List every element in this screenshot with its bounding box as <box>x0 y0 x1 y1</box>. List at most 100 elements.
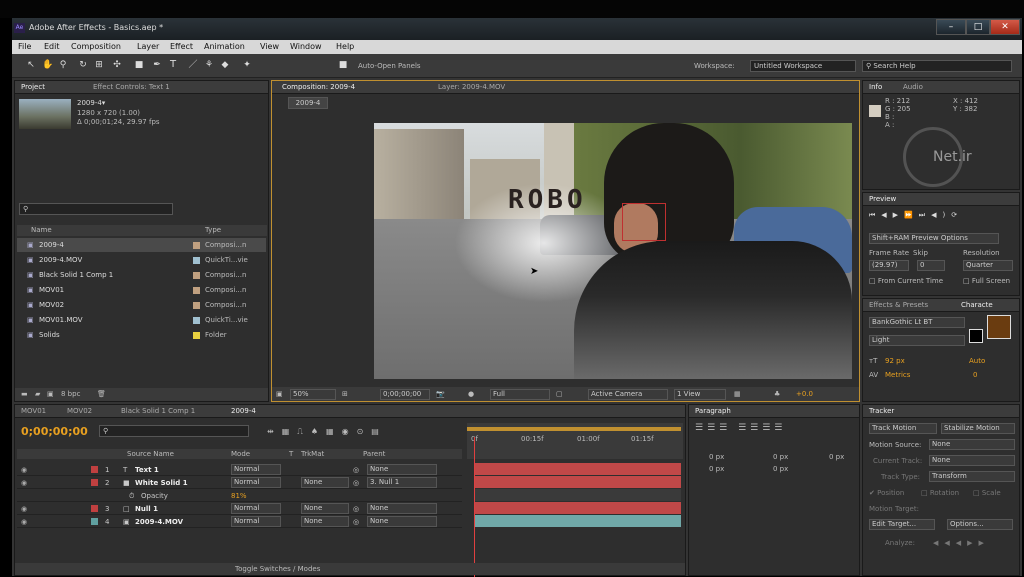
layer-trkmat-dropdown[interactable]: None <box>301 503 349 514</box>
layer-trkmat-dropdown[interactable]: None <box>301 477 349 488</box>
timeline-timecode[interactable]: 0;00;00;00 <box>21 425 88 438</box>
parent-pickwhip-icon[interactable]: ◎ <box>353 466 359 474</box>
brush-tool-icon[interactable]: ／ <box>188 60 198 70</box>
menu-layer[interactable]: Layer <box>137 42 159 51</box>
parent-pickwhip-icon[interactable]: ◎ <box>353 518 359 526</box>
menu-view[interactable]: View <box>260 42 279 51</box>
hand-tool-icon[interactable]: ✋ <box>42 60 53 70</box>
camera-tool-icon[interactable]: ⊞ <box>94 60 104 70</box>
layer-mode-dropdown[interactable]: Normal <box>231 503 281 514</box>
new-folder-icon[interactable]: ▰ <box>35 390 40 398</box>
stabilize-motion-button[interactable]: Stabilize Motion <box>941 423 1015 434</box>
tab-timeline-2009-4[interactable]: 2009-4 <box>231 407 256 415</box>
indent-first[interactable]: 0 px <box>773 453 788 461</box>
pan-behind-tool-icon[interactable]: ✣ <box>112 60 122 70</box>
zoom-dropdown[interactable]: 50% <box>290 389 336 400</box>
menu-help[interactable]: Help <box>336 42 354 51</box>
property-track[interactable] <box>475 489 681 501</box>
col-name[interactable]: Name <box>31 226 52 234</box>
bpc-label[interactable]: 8 bpc <box>61 390 80 398</box>
timecode-field[interactable]: 0;00;00;00 <box>380 389 430 400</box>
project-item[interactable]: ▣ MOV01.MOV QuickTi...vie <box>17 313 266 327</box>
timeline-layer-row[interactable]: ◉ 1 T Text 1 Normal ◎ None <box>17 463 462 476</box>
layer-parent-dropdown[interactable]: 3. Null 1 <box>367 477 437 488</box>
frame-rate-dropdown[interactable]: (29.97) <box>869 260 909 271</box>
toggle-switches-button[interactable]: Toggle Switches / Modes <box>235 565 320 573</box>
project-item[interactable]: ▣ MOV02 Composi...n <box>17 298 266 312</box>
layer-mode-dropdown[interactable]: Normal <box>231 464 281 475</box>
layer-parent-dropdown[interactable]: None <box>367 516 437 527</box>
mask-tool-icon[interactable]: ■ <box>134 60 144 70</box>
menu-effect[interactable]: Effect <box>170 42 193 51</box>
track-motion-button[interactable]: Track Motion <box>869 423 937 434</box>
layer-duration-bar[interactable] <box>475 515 681 527</box>
menu-file[interactable]: File <box>18 42 31 51</box>
from-current-checkbox[interactable]: □ From Current Time <box>869 277 943 285</box>
space-after[interactable]: 0 px <box>773 465 788 473</box>
grid-icon[interactable]: ▦ <box>734 390 741 398</box>
tab-composition[interactable]: Composition: 2009-4 <box>282 83 355 91</box>
roi-icon[interactable]: ▢ <box>556 390 563 398</box>
scale-checkbox[interactable]: □ Scale <box>973 489 1001 497</box>
project-item[interactable]: ▣ Solids Folder <box>17 328 266 342</box>
font-size-value[interactable]: 92 px <box>885 357 905 365</box>
puppet-tool-icon[interactable]: ✦ <box>242 60 252 70</box>
tab-layer[interactable]: Layer: 2009-4.MOV <box>438 83 505 91</box>
tab-audio[interactable]: Audio <box>903 83 923 91</box>
project-search-input[interactable]: ⚲ <box>19 203 173 215</box>
leading-value[interactable]: Auto <box>969 357 985 365</box>
title-text-layer[interactable]: ROBO <box>508 185 587 215</box>
tab-timeline-mov01[interactable]: MOV01 <box>21 407 46 415</box>
tracking-value[interactable]: 0 <box>973 371 977 379</box>
timeline-layer-row[interactable]: ⏱ Opacity 81% <box>17 489 462 502</box>
timeline-layer-row[interactable]: ◉ 2 ■ White Solid 1 Normal None ◎ 3. Null 1 <box>17 476 462 489</box>
zoom-tool-icon[interactable]: ⚲ <box>58 60 68 70</box>
flowchart-icon[interactable]: ♣ <box>774 390 780 398</box>
stroke-color-swatch[interactable] <box>969 329 983 343</box>
channel-icon[interactable]: ● <box>468 390 474 398</box>
rotate-tool-icon[interactable]: ↻ <box>78 60 88 70</box>
resolution-dropdown[interactable]: Quarter <box>963 260 1013 271</box>
skip-dropdown[interactable]: 0 <box>917 260 945 271</box>
project-item[interactable]: ▣ MOV01 Composi...n <box>17 283 266 297</box>
tab-character[interactable]: Characte <box>961 301 993 309</box>
indent-right[interactable]: 0 px <box>829 453 844 461</box>
clone-tool-icon[interactable]: ⚘ <box>204 60 214 70</box>
current-track-dropdown[interactable]: None <box>929 455 1015 466</box>
eye-icon[interactable]: ◉ <box>21 505 27 513</box>
stopwatch-icon[interactable]: ⏱ <box>129 492 134 501</box>
fill-color-swatch[interactable] <box>987 315 1011 339</box>
col-t[interactable]: T <box>289 450 293 458</box>
trash-icon[interactable]: 🗑 <box>97 390 106 398</box>
layer-duration-bar[interactable] <box>475 502 681 514</box>
parent-pickwhip-icon[interactable]: ◎ <box>353 479 359 487</box>
close-button[interactable]: ✕ <box>990 19 1020 35</box>
timeline-search-input[interactable]: ⚲ <box>99 425 249 437</box>
auto-open-checkbox[interactable]: ■ <box>338 60 348 70</box>
analyze-buttons[interactable]: ◀◀◀▶▶ <box>933 539 990 547</box>
interpret-footage-icon[interactable]: ▬ <box>21 390 28 398</box>
pen-tool-icon[interactable]: ✒ <box>152 60 162 70</box>
playback-controls[interactable]: ⏮◀▶⏩⏭◀)⟳ <box>869 211 963 220</box>
col-type[interactable]: Type <box>205 226 221 234</box>
comp-viewer[interactable]: ROBO ➤ <box>374 123 852 379</box>
workspace-dropdown[interactable]: Untitled Workspace <box>750 60 856 72</box>
work-area-bar[interactable] <box>467 427 681 431</box>
exposure-value[interactable]: +0.0 <box>796 390 813 398</box>
full-screen-checkbox[interactable]: □ Full Screen <box>963 277 1010 285</box>
layer-duration-bar[interactable] <box>475 476 681 488</box>
search-help-field[interactable]: ⚲ Search Help <box>862 60 1012 72</box>
eye-icon[interactable]: ◉ <box>21 479 27 487</box>
col-source-name[interactable]: Source Name <box>127 450 174 458</box>
menu-composition[interactable]: Composition <box>71 42 121 51</box>
tab-timeline-black-solid[interactable]: Black Solid 1 Comp 1 <box>121 407 195 415</box>
col-mode[interactable]: Mode <box>231 450 250 458</box>
col-trkmat[interactable]: TrkMat <box>301 450 324 458</box>
camera-dropdown[interactable]: Active Camera <box>588 389 668 400</box>
type-tool-icon[interactable]: T <box>168 60 178 70</box>
layer-mode-dropdown[interactable]: Normal <box>231 516 281 527</box>
tab-tracker[interactable]: Tracker <box>869 407 894 415</box>
motion-source-dropdown[interactable]: None <box>929 439 1015 450</box>
eye-icon[interactable]: ◉ <box>21 518 27 526</box>
fit-icon[interactable]: ⊞ <box>342 390 348 398</box>
